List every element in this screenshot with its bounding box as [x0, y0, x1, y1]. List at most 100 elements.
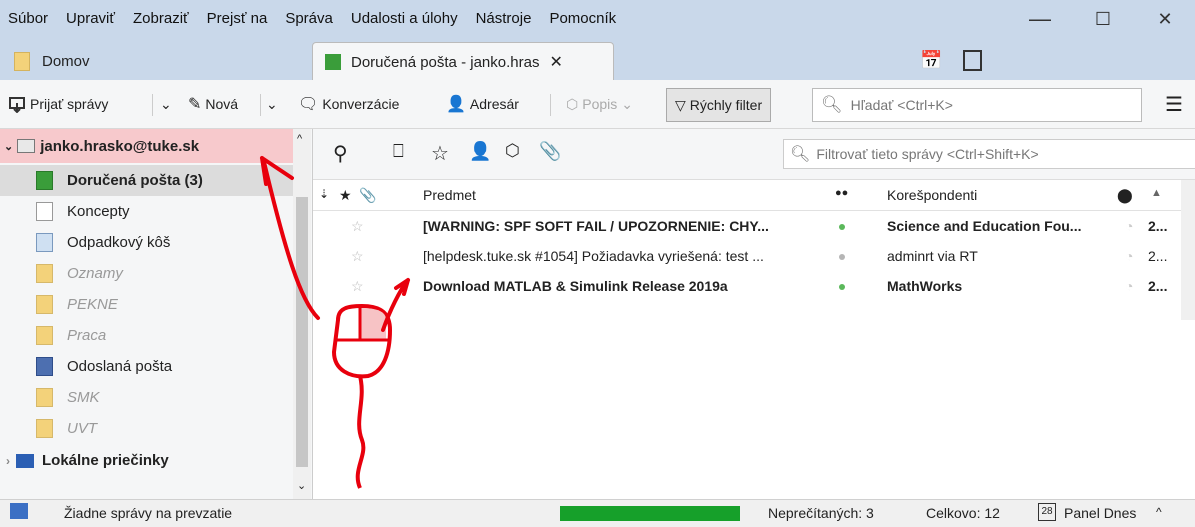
- read-dot-icon[interactable]: [839, 254, 845, 260]
- star-icon[interactable]: ☆: [351, 218, 364, 235]
- folder-pane: ⌄ janko.hrasko@tuke.sk Doručená pošta (3…: [0, 129, 313, 499]
- menu-view[interactable]: Zobraziť: [124, 10, 198, 27]
- folder-icon: [36, 295, 53, 314]
- folder-sent[interactable]: Odoslaná pošta: [0, 351, 293, 382]
- folder-praca[interactable]: Praca: [0, 320, 293, 351]
- folder-local[interactable]: › Lokálne priečinky: [0, 445, 293, 476]
- junk-status-icon[interactable]: ◔: [1125, 248, 1133, 264]
- search-icon: 🔍︎: [790, 146, 811, 163]
- table-row[interactable]: ☆ Download MATLAB & Simulink Release 201…: [313, 271, 1195, 301]
- folder-icon: [36, 419, 53, 438]
- folder-icon: [36, 326, 53, 345]
- close-window-button[interactable]: ✕: [1145, 6, 1185, 32]
- get-messages-dropdown[interactable]: ⌄: [160, 80, 172, 128]
- folder-inbox[interactable]: Doručená pošta (3): [0, 165, 293, 196]
- status-message: Žiadne správy na prevzatie: [64, 505, 233, 521]
- computer-icon: [16, 453, 34, 468]
- today-pane-button[interactable]: Panel Dnes: [1064, 505, 1136, 521]
- account-row[interactable]: ⌄ janko.hrasko@tuke.sk: [0, 129, 293, 163]
- table-row[interactable]: ☆ [WARNING: SPF SOFT FAIL / UPOZORNENIE:…: [313, 211, 1195, 241]
- tab-home-label: Domov: [42, 52, 90, 70]
- tag-filter-icon[interactable]: ⬡: [505, 141, 520, 161]
- folder-pekne[interactable]: PEKNE: [0, 289, 293, 320]
- online-status-icon[interactable]: [10, 503, 28, 519]
- maximize-button[interactable]: ☐: [1083, 6, 1123, 32]
- menu-go[interactable]: Prejsť na: [198, 10, 277, 27]
- tasks-icon[interactable]: [963, 50, 982, 71]
- attachment-column-icon[interactable]: 📎: [359, 187, 376, 204]
- quick-filter-bar: ⚲ ⎕ ☆ 👤 ⬡ 📎 🔍︎ Filtrovať tieto správy <C…: [313, 129, 1195, 180]
- subject-column-header[interactable]: Predmet: [423, 187, 476, 203]
- unread-dot-icon[interactable]: [839, 284, 845, 290]
- scrollbar-thumb[interactable]: [296, 197, 308, 467]
- quick-filter-button[interactable]: ▽ Rýchly filter: [666, 88, 772, 122]
- new-dropdown[interactable]: ⌄: [266, 80, 278, 128]
- close-tab-icon[interactable]: ✕: [549, 52, 562, 72]
- tag-icon: ⬡: [566, 95, 579, 112]
- new-button[interactable]: ✎ Nová: [188, 80, 238, 128]
- folder-oznamy[interactable]: Oznamy: [0, 258, 293, 289]
- folder-uvt[interactable]: UVT: [0, 413, 293, 444]
- sort-ascending-icon[interactable]: ▲: [1151, 187, 1162, 199]
- correspondents-column-header[interactable]: Korešpondenti: [887, 187, 977, 203]
- table-row[interactable]: ☆ [helpdesk.tuke.sk #1054] Požiadavka vy…: [313, 241, 1195, 271]
- minimize-button[interactable]: —: [1020, 6, 1060, 32]
- hamburger-menu-icon[interactable]: ☰: [1165, 80, 1183, 128]
- menu-message[interactable]: Správa: [276, 10, 342, 27]
- junk-column-icon[interactable]: ⬤: [1117, 187, 1133, 204]
- address-book-icon: 👤: [446, 96, 466, 113]
- attachment-filter-icon[interactable]: 📎: [539, 141, 561, 162]
- total-count: Celkovo: 12: [926, 505, 1000, 521]
- inbox-icon: [325, 54, 341, 70]
- get-messages-button[interactable]: Prijať správy: [8, 80, 108, 128]
- tab-inbox-label: Doručená pošta - janko.hras: [351, 53, 540, 71]
- account-icon: [17, 139, 36, 153]
- main-toolbar: Prijať správy ⌄ ✎ Nová ⌄ 🗨 Konverzácie 👤…: [0, 80, 1195, 129]
- read-status-column-icon[interactable]: ●●: [835, 187, 848, 199]
- star-column-icon[interactable]: ★: [339, 187, 352, 204]
- account-email: janko.hrasko@tuke.sk: [40, 137, 200, 155]
- folder-icon: [14, 51, 30, 71]
- address-book-button[interactable]: 👤 Adresár: [446, 80, 519, 128]
- chat-button[interactable]: 🗨 Konverzácie: [298, 80, 399, 128]
- tab-home[interactable]: Domov: [0, 42, 306, 80]
- junk-status-icon[interactable]: ◔: [1125, 218, 1133, 234]
- sticky-pin-icon[interactable]: ⚲: [333, 141, 348, 166]
- menu-edit[interactable]: Upraviť: [57, 10, 124, 27]
- tag-button[interactable]: ⬡ Popis ⌄: [566, 80, 633, 128]
- unread-filter-icon[interactable]: ⎕: [393, 141, 404, 162]
- progress-bar: [560, 506, 740, 521]
- filter-messages-input[interactable]: 🔍︎ Filtrovať tieto správy <Ctrl+Shift+K>: [783, 139, 1195, 169]
- sent-icon: [36, 357, 53, 376]
- menu-events[interactable]: Udalosti a úlohy: [342, 10, 467, 27]
- chevron-up-icon[interactable]: ^: [1156, 505, 1162, 519]
- pencil-icon: ✎: [188, 96, 202, 113]
- unread-count: Neprečítaných: 3: [768, 505, 874, 521]
- tab-inbox[interactable]: Doručená pošta - janko.hras ✕: [312, 42, 614, 81]
- message-list-scrollbar[interactable]: [1181, 180, 1195, 320]
- menu-help[interactable]: Pomocník: [540, 10, 625, 27]
- contact-filter-icon[interactable]: 👤: [469, 141, 491, 162]
- get-messages-icon: [9, 97, 25, 113]
- menu-tools[interactable]: Nástroje: [467, 10, 541, 27]
- junk-status-icon[interactable]: ◔: [1125, 278, 1133, 294]
- folder-smk[interactable]: SMK: [0, 382, 293, 413]
- status-bar: Žiadne správy na prevzatie Neprečítaných…: [0, 499, 1195, 527]
- scroll-down-icon[interactable]: ⌄: [297, 479, 306, 492]
- thread-column-icon[interactable]: ⇣: [319, 187, 329, 201]
- star-icon[interactable]: ☆: [351, 278, 364, 295]
- search-input[interactable]: 🔍︎ Hľadať <Ctrl+K>: [812, 88, 1142, 122]
- menu-file[interactable]: Súbor: [0, 10, 57, 27]
- star-icon[interactable]: ☆: [351, 248, 364, 265]
- folder-trash[interactable]: Odpadkový kôš: [0, 227, 293, 258]
- chevron-right-icon: ›: [6, 453, 10, 468]
- scroll-up-icon[interactable]: ^: [297, 133, 302, 145]
- folder-scrollbar[interactable]: ^ ⌄: [293, 129, 311, 499]
- folder-drafts[interactable]: Koncepty: [0, 196, 293, 227]
- unread-dot-icon[interactable]: [839, 224, 845, 230]
- funnel-icon: ▽: [675, 96, 686, 113]
- calendar-icon[interactable]: 📅: [920, 50, 942, 71]
- star-filter-icon[interactable]: ☆: [431, 141, 449, 166]
- folder-icon: [36, 388, 53, 407]
- message-pane: ⚲ ⎕ ☆ 👤 ⬡ 📎 🔍︎ Filtrovať tieto správy <C…: [313, 129, 1195, 499]
